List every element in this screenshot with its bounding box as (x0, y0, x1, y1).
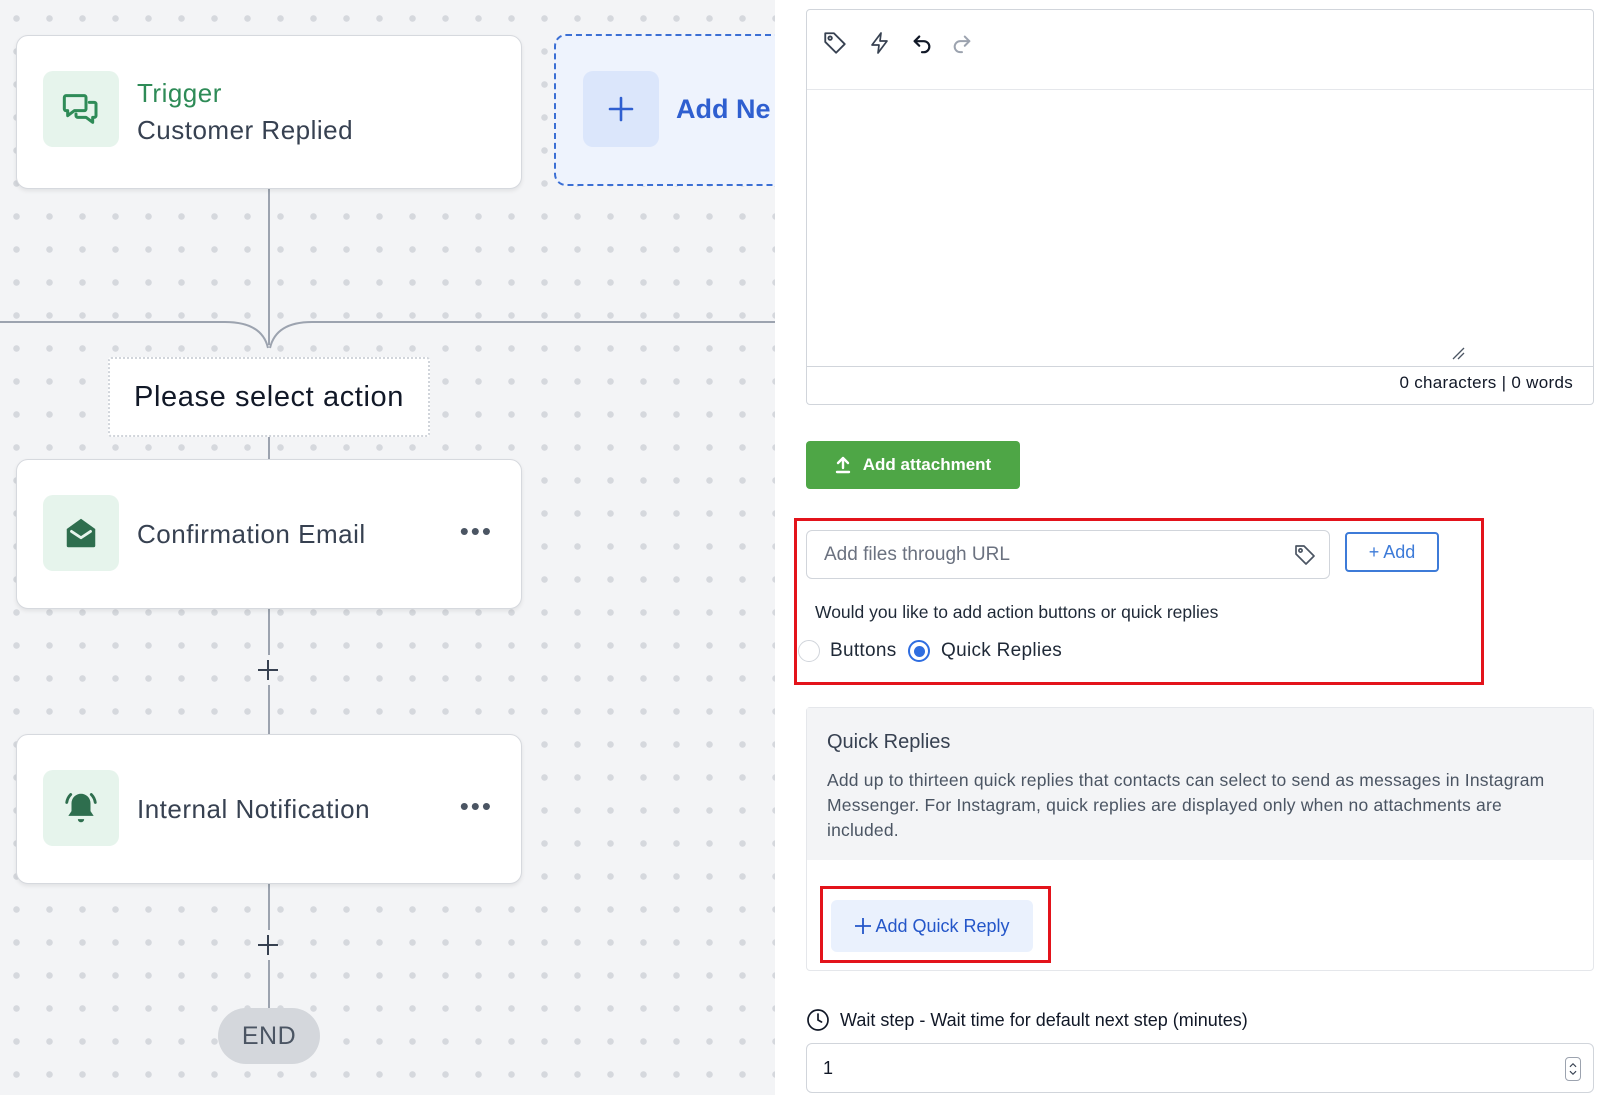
add-attachment-label: Add attachment (862, 455, 992, 474)
quick-replies-header: Quick Replies Add up to thirteen quick r… (807, 708, 1593, 860)
tag-icon[interactable] (821, 29, 849, 57)
undo-icon[interactable] (908, 29, 936, 57)
radio-buttons[interactable] (798, 640, 820, 662)
action-config-panel: 0 characters | 0 words Add attachment + … (775, 0, 1600, 1095)
editor-toolbar (807, 10, 1593, 90)
step-card-internal-notification[interactable]: Internal Notification ••• (16, 734, 522, 884)
trigger-card[interactable]: Trigger Customer Replied (16, 35, 522, 189)
step-card-confirmation-email[interactable]: Confirmation Email ••• (16, 459, 522, 609)
branch-right-line (269, 321, 775, 349)
add-step-plus-icon[interactable] (256, 933, 280, 957)
workflow-canvas[interactable]: Trigger Customer Replied Add Ne Please s… (0, 0, 775, 1095)
plus-icon (583, 71, 659, 147)
add-url-button[interactable]: + Add (1345, 532, 1439, 572)
add-quick-reply-button[interactable]: Add Quick Reply (831, 900, 1033, 952)
wait-step-label: Wait step - Wait time for default next s… (840, 1010, 1248, 1030)
quick-replies-description: Add up to thirteen quick replies that co… (827, 770, 1545, 840)
lightning-icon[interactable] (866, 29, 894, 57)
envelope-open-icon (43, 495, 119, 571)
add-quick-reply-label: Add Quick Reply (875, 915, 1010, 936)
number-spinner-icon[interactable] (1565, 1057, 1581, 1081)
trigger-label: Trigger (137, 78, 222, 108)
quick-replies-title: Quick Replies (827, 731, 951, 753)
plus-icon (855, 918, 872, 934)
radio-quick-replies-label[interactable]: Quick Replies (941, 640, 1062, 662)
upload-icon (835, 456, 850, 474)
add-new-trigger-card[interactable]: Add Ne (554, 34, 775, 186)
reply-type-question: Would you like to add action buttons or … (815, 602, 1219, 622)
select-action-placeholder[interactable]: Please select action (108, 357, 430, 437)
step-menu-button[interactable]: ••• (460, 518, 493, 544)
wait-time-field (806, 1043, 1594, 1093)
clock-icon (807, 1009, 829, 1031)
trigger-name: Customer Replied (137, 115, 354, 145)
add-step-plus-icon[interactable] (256, 658, 280, 682)
url-input[interactable] (807, 531, 1329, 578)
branch-left-line (0, 321, 269, 349)
wait-time-input[interactable] (807, 1044, 1593, 1092)
add-new-trigger-label: Add Ne (676, 94, 771, 124)
message-editor: 0 characters | 0 words (806, 9, 1594, 405)
tag-icon[interactable] (1293, 543, 1317, 567)
redo-icon[interactable] (948, 29, 976, 57)
add-attachment-button[interactable]: Add attachment (806, 441, 1020, 489)
url-field (806, 530, 1330, 579)
step-title: Internal Notification (137, 794, 371, 824)
bell-ringing-icon (43, 770, 119, 846)
step-title: Confirmation Email (137, 519, 366, 549)
end-node: END (218, 1008, 320, 1064)
message-textarea[interactable] (807, 90, 1593, 367)
step-menu-button[interactable]: ••• (460, 793, 493, 819)
radio-buttons-label[interactable]: Buttons (830, 640, 897, 662)
chat-bubbles-icon (43, 71, 119, 147)
radio-quick-replies[interactable] (908, 640, 930, 662)
resize-handle-icon[interactable] (1451, 346, 1465, 360)
char-count: 0 characters | 0 words (1399, 373, 1573, 392)
